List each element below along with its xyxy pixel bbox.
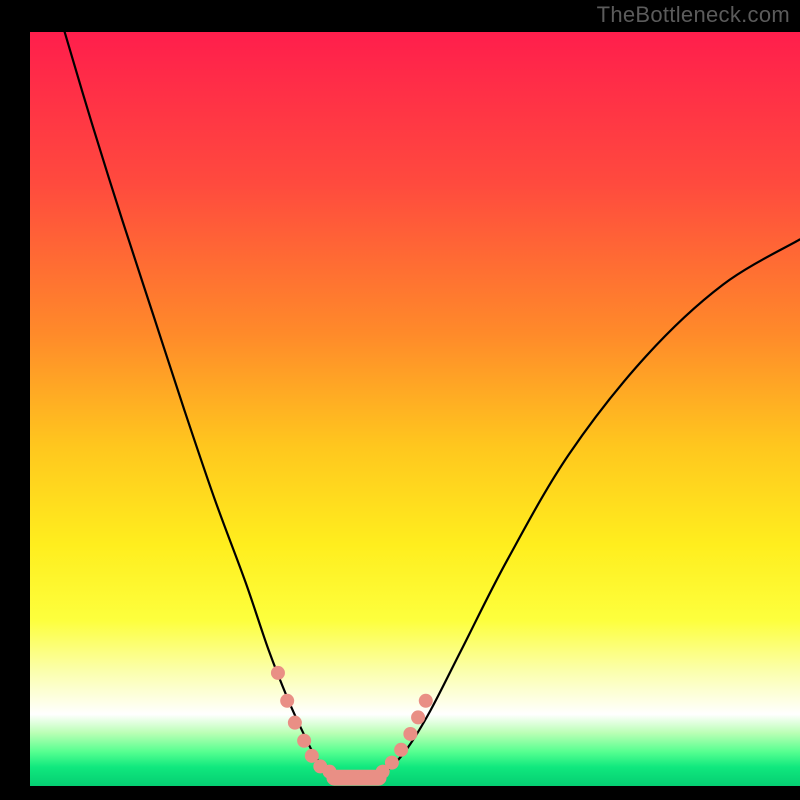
dot-left-dots [297, 734, 311, 748]
dot-right-dots [419, 694, 433, 708]
plot-background [30, 32, 800, 786]
dot-left-dots [271, 666, 285, 680]
dot-left-dots [280, 694, 294, 708]
dot-right-dots [385, 756, 399, 770]
dot-right-dots [411, 710, 425, 724]
dot-right-dots [403, 727, 417, 741]
chart-svg [0, 0, 800, 800]
dot-left-dots [288, 716, 302, 730]
dot-right-dots [394, 743, 408, 757]
chart-stage: TheBottleneck.com [0, 0, 800, 800]
watermark-text: TheBottleneck.com [597, 2, 790, 28]
band-valley-band [326, 770, 386, 786]
